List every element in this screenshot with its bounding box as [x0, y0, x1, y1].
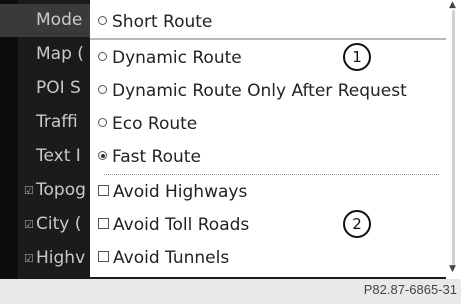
callout-2: 2 — [343, 210, 371, 238]
scroll-up-icon[interactable]: ▲ — [449, 0, 456, 10]
background-menu: Mode Map ( POI S Traffi Text I ☑ Topog ☑ C… — [0, 0, 95, 279]
bg-menu-label: City ( — [36, 214, 82, 234]
bg-menu-item[interactable]: POI S — [0, 72, 95, 105]
checkbox-icon: ☑ — [24, 252, 34, 265]
bg-menu-item[interactable]: ☑ Topog — [0, 174, 95, 207]
avoid-tunnels-option[interactable]: Avoid Tunnels — [98, 242, 229, 274]
avoid-highways-option[interactable]: Avoid Highways — [98, 176, 247, 208]
checkbox-icon — [98, 185, 109, 196]
checkbox-icon: ☑ — [24, 184, 34, 197]
avoid-option-label: Avoid Highways — [113, 182, 248, 202]
route-option-label: Dynamic Route — [112, 48, 242, 68]
navigation-screen: Mode Map ( POI S Traffi Text I ☑ Topog ☑ C… — [0, 0, 461, 279]
route-option-short[interactable]: Short Route — [98, 6, 212, 38]
scroll-down-icon[interactable]: ▼ — [449, 264, 456, 274]
route-option-label: Dynamic Route Only After Request — [112, 81, 407, 101]
figure-reference: P82.87-6865-31 — [363, 282, 457, 297]
bg-menu-item[interactable]: Traffi — [0, 106, 95, 139]
callout-1: 1 — [343, 43, 371, 71]
route-option-dynamic[interactable]: Dynamic Route — [98, 42, 242, 74]
avoid-option-label: Avoid Tunnels — [113, 248, 230, 268]
dotted-divider — [104, 174, 439, 175]
route-option-label: Short Route — [112, 12, 213, 32]
bg-menu-label: Map ( — [36, 44, 84, 64]
divider — [90, 38, 446, 40]
radio-icon — [98, 52, 107, 61]
scrollbar[interactable]: ▲ ▼ — [446, 0, 461, 279]
bg-menu-label: Topog — [36, 180, 86, 200]
bg-menu-label: Mode — [36, 10, 83, 30]
radio-selected-icon — [98, 151, 107, 160]
bg-menu-item[interactable]: ☑ City ( — [0, 208, 95, 241]
route-option-dynamic-after-request[interactable]: Dynamic Route Only After Request — [98, 75, 407, 107]
bg-menu-item[interactable]: Text I — [0, 140, 95, 173]
checkbox-icon — [98, 218, 109, 229]
bg-menu-item[interactable]: Mode — [0, 4, 95, 37]
bg-menu-label: Highv — [36, 248, 86, 268]
avoid-option-label: Avoid Toll Roads — [113, 215, 250, 235]
route-option-fast[interactable]: Fast Route — [98, 141, 201, 173]
checkbox-icon: ☑ — [24, 218, 34, 231]
radio-icon — [98, 16, 107, 25]
scroll-track[interactable] — [452, 10, 455, 268]
radio-icon — [98, 118, 107, 127]
route-option-eco[interactable]: Eco Route — [98, 108, 197, 140]
avoid-toll-roads-option[interactable]: Avoid Toll Roads — [98, 209, 249, 241]
bg-menu-item[interactable]: ☑ Highv — [0, 242, 95, 275]
checkbox-icon — [98, 251, 109, 262]
route-option-label: Eco Route — [112, 114, 198, 134]
bg-menu-label: Text I — [36, 146, 81, 166]
bg-menu-item[interactable]: Map ( — [0, 38, 95, 71]
bg-menu-label: Traffi — [36, 112, 78, 132]
radio-icon — [98, 85, 107, 94]
bg-menu-label: POI S — [36, 78, 81, 98]
route-option-label: Fast Route — [112, 147, 201, 167]
